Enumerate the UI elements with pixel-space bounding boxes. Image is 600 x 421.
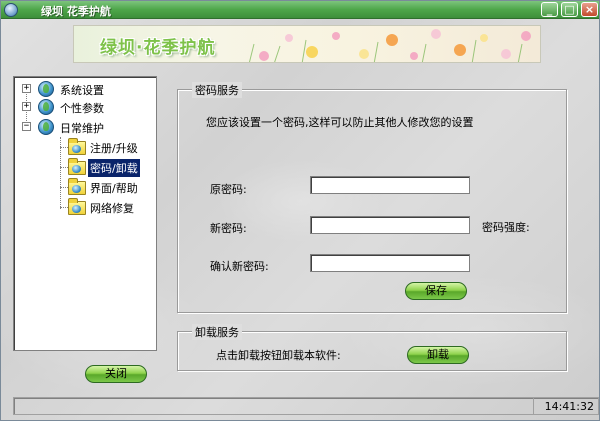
tree-item-ui-help[interactable]: 界面/帮助 [14,178,154,196]
password-service-title: 密码服务 [192,82,242,98]
expand-plus-icon[interactable]: + [22,84,31,93]
tree-item-label: 日常维护 [60,122,104,135]
password-description: 您应该设置一个密码,这样可以防止其他人修改您的设置 [206,116,474,129]
confirm-password-label: 确认新密码: [210,260,269,273]
folder-icon [68,138,86,155]
uninstall-description: 点击卸载按钮卸载本软件: [216,349,341,362]
folder-icon [68,198,86,215]
folder-icon [68,178,86,195]
minimize-button[interactable]: _ [541,2,558,17]
status-time: 14:41:32 [544,400,594,413]
close-button[interactable]: 关闭 [85,365,147,383]
password-service-group: 密码服务 您应该设置一个密码,这样可以防止其他人修改您的设置 原密码: 新密码:… [177,82,567,313]
tree-item-network-repair[interactable]: 网络修复 [14,198,154,216]
tree-item-password-uninstall[interactable]: 密码/卸载 [14,158,154,177]
window-title: 绿坝 花季护航 [41,5,111,18]
header-banner: 绿坝·花季护航 [73,25,541,63]
tree-item-label: 密码/卸载 [88,159,140,177]
save-button[interactable]: 保存 [405,282,467,300]
password-strength-label: 密码强度: [482,221,530,234]
settings-tree[interactable]: + 系统设置 + 个性参数 − 日常维护 注册/升级 密码/卸载 界面/帮助 网… [13,76,157,351]
new-password-label: 新密码: [210,222,247,235]
maximize-button[interactable]: □ [561,2,578,17]
status-segment [14,398,534,414]
folder-icon [68,158,86,175]
uninstall-service-group: 卸载服务 点击卸载按钮卸载本软件: 卸载 [177,324,567,371]
globe-icon [38,99,54,115]
tree-item-register-upgrade[interactable]: 注册/升级 [14,138,154,156]
collapse-minus-icon[interactable]: − [22,122,31,131]
tree-item-system-settings[interactable]: + 系统设置 [14,80,154,98]
banner-title: 绿坝·花季护航 [100,38,216,58]
tree-item-label: 注册/升级 [90,142,138,155]
expand-plus-icon[interactable]: + [22,102,31,111]
close-window-button[interactable]: × [581,2,598,17]
tree-item-label: 网络修复 [90,202,134,215]
uninstall-service-title: 卸载服务 [192,324,242,340]
uninstall-button[interactable]: 卸载 [407,346,469,364]
main-window: 绿坝 花季护航 _ □ × 绿坝·花季护航 + 系统设置 + 个性参数 − 日常… [0,0,600,421]
old-password-label: 原密码: [210,183,247,196]
old-password-field[interactable] [310,176,470,194]
tree-item-daily-maintenance[interactable]: − 日常维护 [14,118,154,136]
globe-icon [38,81,54,97]
tree-item-personal-params[interactable]: + 个性参数 [14,98,154,116]
title-bar[interactable]: 绿坝 花季护航 _ □ × [1,1,599,19]
new-password-field[interactable] [310,216,470,234]
status-bar: 14:41:32 [13,397,599,415]
app-globe-icon[interactable] [4,3,18,17]
tree-item-label: 界面/帮助 [90,182,138,195]
tree-item-label: 系统设置 [60,84,104,97]
globe-icon [38,119,54,135]
tree-item-label: 个性参数 [60,102,104,115]
confirm-password-field[interactable] [310,254,470,272]
